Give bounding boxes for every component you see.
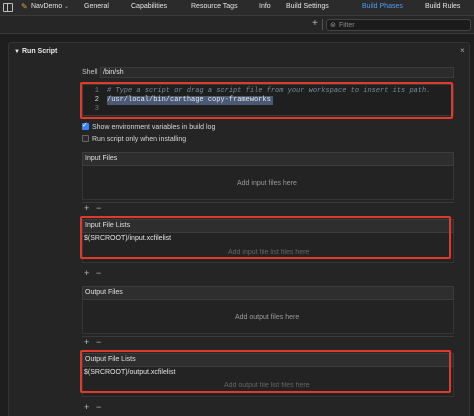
add-build-phase-button[interactable]: +: [312, 18, 318, 29]
code-text: # Type a script or drag a script file fr…: [107, 87, 431, 95]
tab-build-rules[interactable]: Build Rules: [425, 3, 460, 10]
shell-field[interactable]: /bin/sh: [100, 67, 454, 78]
add-output-file-button[interactable]: +: [84, 337, 96, 347]
tab-resource-tags[interactable]: Resource Tags: [191, 3, 238, 10]
shell-label: Shell: [82, 69, 98, 76]
remove-input-file-button[interactable]: −: [96, 203, 108, 213]
tab-bar: ✎ NavDemo ⌄ General Capabilities Resourc…: [0, 0, 474, 16]
tab-capabilities[interactable]: Capabilities: [131, 3, 167, 10]
tab-info[interactable]: Info: [259, 3, 271, 10]
input-files-controls: + −: [84, 203, 108, 213]
output-file-lists-controls: + −: [84, 402, 108, 412]
output-files-header: Output Files: [82, 286, 454, 300]
input-file-list-item[interactable]: $(SRCROOT)/input.xcfilelist: [84, 235, 171, 242]
tab-build-phases[interactable]: Build Phases: [362, 3, 403, 10]
script-editor[interactable]: 1 # Type a script or drag a script file …: [82, 84, 454, 116]
add-input-file-button[interactable]: +: [84, 203, 96, 213]
filter-bar: + ⊜: [0, 16, 474, 34]
filter-field[interactable]: ⊜: [326, 19, 471, 31]
run-only-installing-label: Run script only when installing: [92, 136, 187, 143]
add-output-file-list-button[interactable]: +: [84, 402, 96, 412]
input-files-header: Input Files: [82, 152, 454, 166]
output-file-list-item[interactable]: $(SRCROOT)/output.xcfilelist: [84, 369, 175, 376]
line-number: 1: [94, 87, 99, 95]
run-only-installing-row[interactable]: Run script only when installing: [82, 135, 186, 143]
remove-output-file-list-button[interactable]: −: [96, 402, 108, 412]
run-script-header[interactable]: ▼ Run Script: [14, 48, 57, 55]
disclosure-triangle-icon[interactable]: ▼: [14, 49, 22, 55]
code-line: 3: [83, 105, 453, 114]
remove-input-file-list-button[interactable]: −: [96, 268, 108, 278]
code-line: 2 /usr/local/bin/carthage copy-framework…: [83, 96, 453, 105]
input-file-lists-header: Input File Lists: [82, 219, 454, 233]
add-input-file-list-button[interactable]: +: [84, 268, 96, 278]
input-files-placeholder: Add input files here: [237, 180, 297, 187]
show-env-checkbox[interactable]: [82, 121, 89, 130]
divider: [322, 19, 323, 30]
line-number: 3: [94, 105, 99, 113]
divider: [82, 202, 454, 203]
line-number: 2: [94, 96, 99, 104]
filter-input[interactable]: [339, 20, 467, 30]
input-file-lists-controls: + −: [84, 268, 108, 278]
output-file-lists-header: Output File Lists: [82, 353, 454, 367]
target-selector[interactable]: NavDemo: [31, 3, 62, 10]
run-only-installing-checkbox[interactable]: [82, 135, 89, 142]
chevron-updown-icon[interactable]: ⌄: [64, 3, 69, 10]
tab-general[interactable]: General: [84, 3, 109, 10]
filter-icon: ⊜: [330, 22, 336, 29]
output-file-lists-placeholder: Add output file list files here: [224, 382, 310, 389]
target-app-icon: ✎: [21, 2, 28, 11]
remove-output-file-button[interactable]: −: [96, 337, 108, 347]
show-env-checkbox-row[interactable]: Show environment variables in build log: [82, 121, 216, 131]
delete-phase-icon[interactable]: ×: [460, 46, 465, 55]
sidebar-toggle-icon[interactable]: [3, 3, 13, 12]
code-line: 1 # Type a script or drag a script file …: [83, 87, 453, 96]
output-files-controls: + −: [84, 337, 108, 347]
input-file-lists-placeholder: Add input file list files here: [228, 249, 310, 256]
code-text: /usr/local/bin/carthage copy-frameworks: [107, 96, 273, 105]
run-script-title: Run Script: [22, 48, 58, 55]
tab-build-settings[interactable]: Build Settings: [286, 3, 329, 10]
divider: [82, 336, 454, 337]
output-files-placeholder: Add output files here: [235, 314, 300, 321]
show-env-label: Show environment variables in build log: [92, 124, 216, 131]
